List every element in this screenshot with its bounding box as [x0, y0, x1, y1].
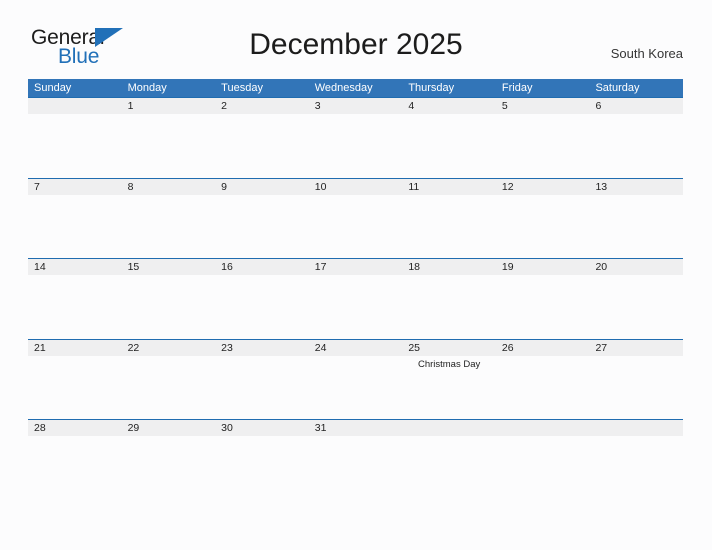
week-row: 14 15 16 17 18 19 20: [28, 258, 683, 339]
day-number[interactable]: 14: [28, 259, 122, 275]
page-title: December 2025: [249, 28, 463, 61]
day-number[interactable]: 13: [589, 179, 683, 195]
day-number[interactable]: 8: [122, 179, 216, 195]
week-date-band: 7 8 9 10 11 12 13: [28, 177, 683, 195]
day-event: [215, 436, 309, 498]
day-number[interactable]: 5: [496, 98, 590, 114]
day-event: [309, 195, 403, 257]
day-event: [28, 436, 122, 498]
week-row: 7 8 9 10 11 12 13: [28, 177, 683, 259]
weekday-header-saturday: Saturday: [595, 82, 640, 94]
day-event: [496, 195, 590, 257]
day-event: [589, 275, 683, 337]
weekday-header-wednesday: Wednesday: [314, 82, 373, 94]
day-event: [122, 356, 216, 418]
day-event: [215, 275, 309, 337]
day-event: [122, 114, 216, 176]
weekday-header-monday: Monday: [127, 82, 167, 94]
day-event: [215, 114, 309, 176]
weekday-header-sunday: Sunday: [34, 82, 72, 94]
day-number[interactable]: 21: [28, 340, 122, 356]
day-number[interactable]: 23: [215, 340, 309, 356]
week-event-band: [28, 275, 683, 337]
day-event: [589, 356, 683, 418]
day-number[interactable]: 3: [309, 98, 403, 114]
day-event: [589, 436, 683, 498]
day-number[interactable]: [402, 420, 496, 436]
day-event: [589, 114, 683, 176]
day-number[interactable]: 27: [589, 340, 683, 356]
week-date-band: 21 22 23 24 25 26 27: [28, 338, 683, 356]
day-number[interactable]: 4: [402, 98, 496, 114]
day-number[interactable]: [496, 420, 590, 436]
day-event: [28, 275, 122, 337]
day-event: [122, 195, 216, 257]
weekday-header-row: Sunday Monday Tuesday Wednesday Thursday…: [28, 79, 683, 97]
day-event: [215, 356, 309, 418]
day-number[interactable]: 28: [28, 420, 122, 436]
week-event-band: Christmas Day: [28, 356, 683, 418]
week-date-band: 28 29 30 31: [28, 419, 683, 436]
day-number[interactable]: 25: [402, 340, 496, 356]
day-number[interactable]: 6: [589, 98, 683, 114]
week-row: 28 29 30 31: [28, 419, 683, 500]
day-event: [402, 275, 496, 337]
day-number[interactable]: 12: [496, 179, 590, 195]
page-header: General Blue December 2025 South Korea: [0, 0, 712, 78]
region-label: South Korea: [610, 46, 683, 61]
day-number[interactable]: 20: [589, 259, 683, 275]
day-event-christmas: Christmas Day: [417, 358, 481, 370]
day-event: [28, 114, 122, 176]
week-date-band: 1 2 3 4 5 6: [28, 97, 683, 114]
day-event: [402, 114, 496, 176]
day-event: [402, 195, 496, 257]
day-number[interactable]: 16: [215, 259, 309, 275]
weekday-header-tuesday: Tuesday: [221, 82, 263, 94]
day-event: [28, 356, 122, 418]
day-number[interactable]: 2: [215, 98, 309, 114]
day-event: [496, 275, 590, 337]
day-number[interactable]: 24: [309, 340, 403, 356]
week-row: 1 2 3 4 5 6: [28, 97, 683, 178]
day-number[interactable]: 10: [309, 179, 403, 195]
day-event: [309, 275, 403, 337]
day-number[interactable]: 1: [122, 98, 216, 114]
day-number[interactable]: [589, 420, 683, 436]
calendar-grid: Sunday Monday Tuesday Wednesday Thursday…: [28, 79, 683, 500]
day-event: [496, 356, 590, 418]
weekday-header-thursday: Thursday: [408, 82, 455, 94]
day-event: [496, 436, 590, 498]
day-number[interactable]: [28, 98, 122, 114]
day-event: [215, 195, 309, 257]
day-number[interactable]: 22: [122, 340, 216, 356]
day-number[interactable]: 18: [402, 259, 496, 275]
day-number[interactable]: 9: [215, 179, 309, 195]
day-event: [309, 436, 403, 498]
day-event: [402, 436, 496, 498]
day-event: [28, 195, 122, 257]
week-row: 21 22 23 24 25 26 27 Christmas Day: [28, 338, 683, 420]
day-event: [122, 275, 216, 337]
week-event-band: [28, 436, 683, 498]
day-number[interactable]: 31: [309, 420, 403, 436]
day-number[interactable]: 15: [122, 259, 216, 275]
day-number[interactable]: 7: [28, 179, 122, 195]
day-event: [309, 114, 403, 176]
day-number[interactable]: 30: [215, 420, 309, 436]
day-number[interactable]: 17: [309, 259, 403, 275]
day-number[interactable]: 11: [402, 179, 496, 195]
day-event: [589, 195, 683, 257]
week-date-band: 14 15 16 17 18 19 20: [28, 258, 683, 275]
week-event-band: [28, 195, 683, 257]
week-event-band: [28, 114, 683, 176]
day-number[interactable]: 29: [122, 420, 216, 436]
day-event: [122, 436, 216, 498]
day-number[interactable]: 26: [496, 340, 590, 356]
weekday-header-friday: Friday: [501, 82, 533, 94]
day-event: [309, 356, 403, 418]
day-number[interactable]: 19: [496, 259, 590, 275]
day-event: [496, 114, 590, 176]
